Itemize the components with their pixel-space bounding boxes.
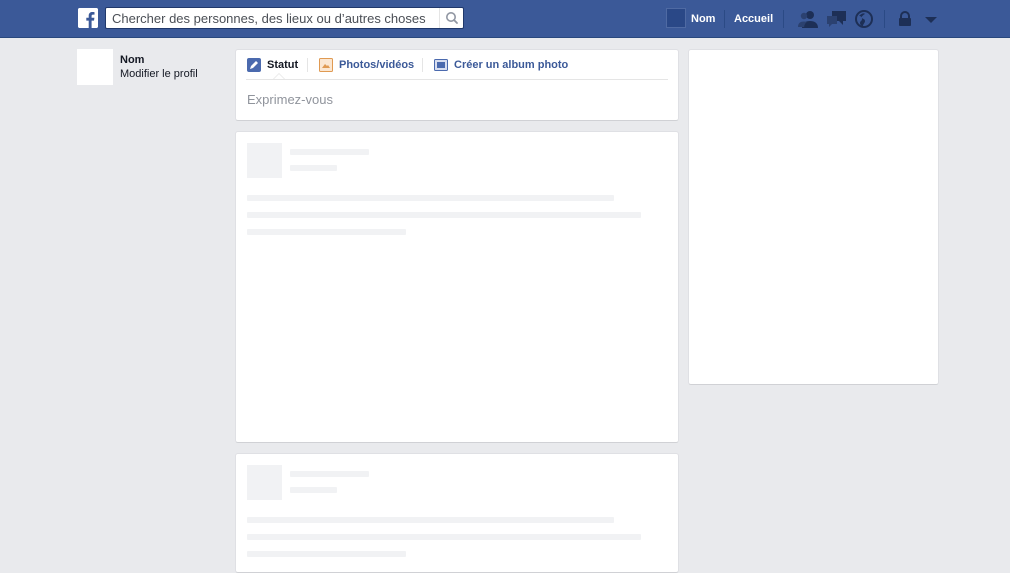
home-link[interactable]: Accueil [734,12,773,26]
search-button[interactable] [439,8,463,28]
dropdown-arrow-icon[interactable] [920,9,942,29]
tab-divider [422,58,423,72]
pencil-icon [247,58,261,72]
edit-profile-link[interactable]: Modifier le profil [120,68,198,80]
placeholder-line [247,229,406,235]
feed-story-placeholder [235,131,679,443]
search-box [105,7,464,29]
top-bar: Nom Accueil [0,0,1010,38]
placeholder-line [247,212,641,218]
messages-icon[interactable] [826,9,848,29]
album-icon [434,58,448,72]
notifications-globe-icon[interactable] [853,9,875,29]
privacy-lock-icon[interactable] [896,9,918,29]
profile-name[interactable]: Nom [120,54,144,66]
composer-tabs: Statut Photos/vidéos Créer un album phot… [246,50,668,80]
tab-divider [307,58,308,72]
nav-divider [884,10,885,28]
nav-divider [783,10,784,28]
tab-status-label: Statut [267,59,299,71]
placeholder-line [290,487,337,493]
tab-photos-videos-label: Photos/vidéos [339,59,415,71]
tab-create-album-label: Créer un album photo [454,59,569,71]
feed-story-placeholder [235,453,679,573]
placeholder-avatar [247,465,282,500]
right-sidebar-panel [688,49,939,385]
photo-icon [319,58,333,72]
placeholder-line [247,195,614,201]
search-input[interactable] [106,8,438,28]
placeholder-line [290,149,369,155]
placeholder-line [247,517,614,523]
placeholder-avatar [247,143,282,178]
status-composer: Statut Photos/vidéos Créer un album phot… [235,49,679,121]
facebook-logo-icon[interactable] [78,8,98,28]
placeholder-line [290,471,369,477]
placeholder-line [290,165,337,171]
profile-link[interactable]: Nom [691,12,715,26]
placeholder-line [247,551,406,557]
friend-requests-icon[interactable] [797,9,819,29]
active-tab-indicator [273,73,285,79]
avatar[interactable] [77,49,113,85]
status-input[interactable]: Exprimez-vous [247,92,333,107]
placeholder-line [247,534,641,540]
nav-divider [724,10,725,28]
profile-avatar[interactable] [666,8,686,28]
magnifier-icon [446,12,458,24]
